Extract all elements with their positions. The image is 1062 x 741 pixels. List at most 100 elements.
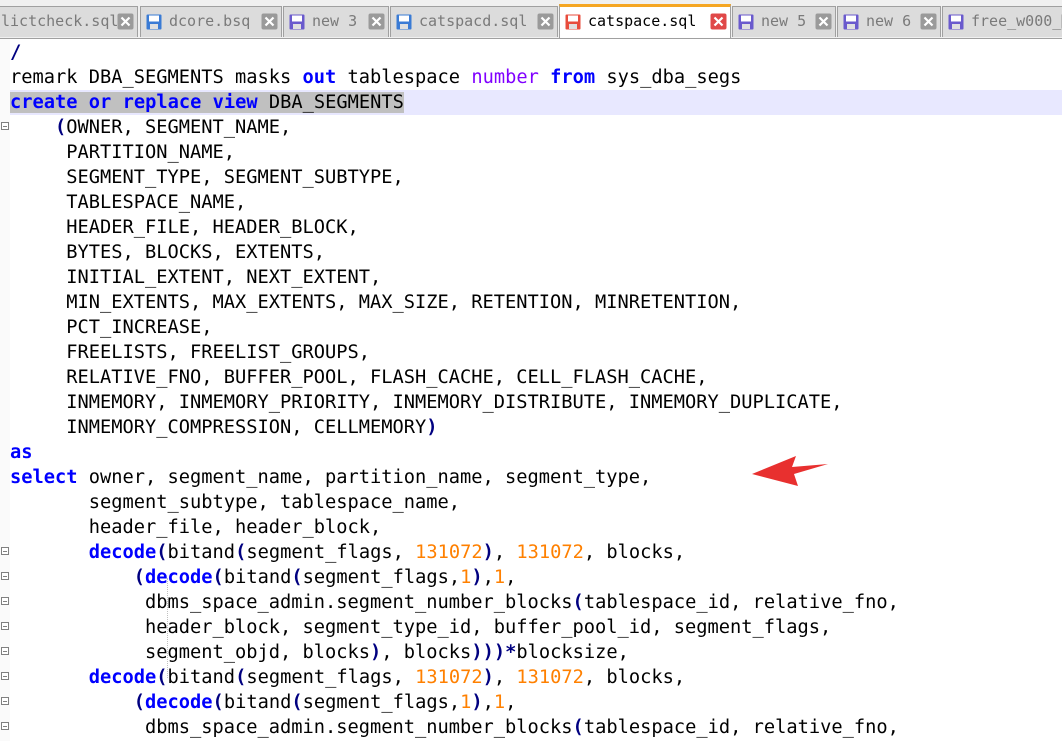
code-line: MIN_EXTENTS, MAX_EXTENTS, MAX_SIZE, RETE… bbox=[10, 290, 741, 315]
tab-label: catspace.sql bbox=[588, 12, 697, 30]
fold-toggle-icon[interactable] bbox=[1, 647, 9, 655]
code-line: dbms_space_admin.segment_number_blocks(t… bbox=[10, 590, 899, 615]
code-token: bitand bbox=[223, 692, 292, 713]
code-token bbox=[77, 92, 89, 113]
tab-catspacd-sql[interactable]: catspacd.sql bbox=[390, 6, 558, 37]
code-token: , bbox=[505, 567, 517, 588]
code-token: segment_flags, bbox=[302, 567, 461, 588]
code-token: DBA_SEGMENTS bbox=[257, 92, 404, 113]
code-token: ) bbox=[471, 567, 483, 588]
code-token bbox=[111, 92, 123, 113]
code-token: out bbox=[302, 67, 337, 88]
code-token: remark DBA_SEGMENTS masks bbox=[10, 67, 303, 88]
code-line: BYTES, BLOCKS, EXTENTS, bbox=[10, 240, 325, 265]
code-token: tablespace bbox=[336, 67, 472, 88]
tab-label: free_w000_ bbox=[971, 12, 1062, 30]
fold-toggle-icon[interactable] bbox=[1, 722, 9, 730]
fold-toggle-icon[interactable] bbox=[1, 622, 9, 630]
tab-new-5[interactable]: new 5 bbox=[732, 6, 836, 37]
fold-toggle-icon[interactable] bbox=[1, 122, 9, 130]
floppy-disk-purple-icon bbox=[843, 14, 859, 30]
floppy-disk-blue-icon bbox=[396, 14, 412, 30]
code-line: as bbox=[10, 440, 33, 465]
tab-dcore-bsq[interactable]: dcore.bsq bbox=[140, 6, 282, 37]
code-line: RELATIVE_FNO, BUFFER_POOL, FLASH_CACHE, … bbox=[10, 365, 708, 390]
fold-toggle-icon[interactable] bbox=[1, 597, 9, 605]
close-icon[interactable] bbox=[537, 13, 554, 30]
close-icon[interactable] bbox=[815, 13, 832, 30]
code-token: PCT_INCREASE, bbox=[10, 317, 213, 338]
code-token: ( bbox=[235, 542, 247, 563]
tab-label: dcore.bsq bbox=[169, 12, 251, 30]
close-icon[interactable] bbox=[368, 13, 385, 30]
code-token: , bbox=[493, 542, 517, 563]
code-token: create bbox=[10, 92, 78, 113]
fold-toggle-icon[interactable] bbox=[1, 572, 9, 580]
tab-label: new 5 bbox=[761, 12, 807, 30]
code-token: ) bbox=[482, 667, 494, 688]
code-token: RELATIVE_FNO, BUFFER_POOL, FLASH_CACHE, … bbox=[10, 367, 708, 388]
code-token: FREELISTS, FREELIST_GROUPS, bbox=[10, 342, 371, 363]
code-token: ( bbox=[212, 692, 224, 713]
code-token: decode bbox=[145, 567, 213, 588]
code-line: INITIAL_EXTENT, NEXT_EXTENT, bbox=[10, 265, 381, 290]
code-line: SEGMENT_TYPE, SEGMENT_SUBTYPE, bbox=[10, 165, 404, 190]
code-token: 1 bbox=[460, 692, 472, 713]
code-token: decode bbox=[88, 667, 157, 688]
tab-label: lictcheck.sql bbox=[1, 12, 119, 30]
code-token: ) bbox=[471, 692, 483, 713]
tab-free-w000[interactable]: free_w000_ bbox=[942, 6, 1062, 37]
close-icon[interactable] bbox=[261, 13, 278, 30]
close-icon[interactable] bbox=[117, 13, 134, 30]
code-token: from bbox=[550, 67, 596, 88]
fold-toggle-icon[interactable] bbox=[1, 697, 9, 705]
fold-margin[interactable] bbox=[0, 39, 10, 741]
code-token: bitand bbox=[167, 542, 236, 563]
code-token: / bbox=[10, 42, 22, 63]
code-token: replace bbox=[122, 92, 202, 113]
close-icon[interactable] bbox=[920, 13, 937, 30]
fold-toggle-icon[interactable] bbox=[1, 547, 9, 555]
code-token: or bbox=[88, 92, 112, 113]
code-token: TABLESPACE_NAME, bbox=[10, 192, 247, 213]
code-token: segment_flags, bbox=[246, 542, 416, 563]
close-icon[interactable] bbox=[710, 13, 727, 30]
code-token: , blocks bbox=[381, 642, 472, 663]
code-token: bitand bbox=[167, 667, 236, 688]
code-line: / bbox=[10, 40, 21, 65]
code-token: dbms_space_admin.segment_number_blocks bbox=[10, 717, 573, 738]
code-line: PARTITION_NAME, bbox=[10, 140, 235, 165]
code-token: )))* bbox=[471, 642, 517, 663]
floppy-disk-purple-icon bbox=[948, 14, 964, 30]
code-token: ( bbox=[156, 542, 168, 563]
code-token: , bbox=[482, 692, 494, 713]
code-token: INITIAL_EXTENT, NEXT_EXTENT, bbox=[10, 267, 382, 288]
fold-toggle-icon[interactable] bbox=[1, 672, 9, 680]
code-editor[interactable]: / remark DBA_SEGMENTS masks out tablespac… bbox=[10, 39, 1062, 741]
code-token: segment_subtype, tablespace_name, bbox=[10, 492, 461, 513]
code-line: INMEMORY, INMEMORY_PRIORITY, INMEMORY_DI… bbox=[10, 390, 843, 415]
document-tab-bar: lictcheck.sql dcore.bsq new 3 catspacd.sql c… bbox=[0, 0, 1062, 39]
floppy-disk-purple-icon bbox=[738, 14, 754, 30]
code-token: INMEMORY, INMEMORY_PRIORITY, INMEMORY_DI… bbox=[10, 392, 843, 413]
tab-new-6[interactable]: new 6 bbox=[837, 6, 941, 37]
tab-catspace-sql[interactable]: catspace.sql bbox=[559, 4, 731, 38]
tab-lictcheck-sql[interactable]: lictcheck.sql bbox=[0, 6, 138, 37]
tab-new-3[interactable]: new 3 bbox=[283, 6, 389, 37]
tab-label: catspacd.sql bbox=[419, 12, 528, 30]
code-line: PCT_INCREASE, bbox=[10, 315, 213, 340]
code-token: 131072 bbox=[516, 542, 584, 563]
tab-label: new 6 bbox=[866, 12, 912, 30]
code-token: ( bbox=[572, 717, 584, 738]
code-line: (decode(bitand(segment_flags,1),1, bbox=[10, 565, 517, 590]
code-token: number bbox=[471, 67, 539, 88]
code-token: ) bbox=[370, 642, 382, 663]
code-token: 1 bbox=[493, 692, 506, 713]
code-token: 131072 bbox=[415, 542, 483, 563]
code-token: as bbox=[10, 442, 33, 463]
code-token: header_block, segment_type_id, buffer_po… bbox=[10, 617, 832, 638]
tab-label: new 3 bbox=[312, 12, 358, 30]
code-token: ( bbox=[133, 692, 146, 713]
